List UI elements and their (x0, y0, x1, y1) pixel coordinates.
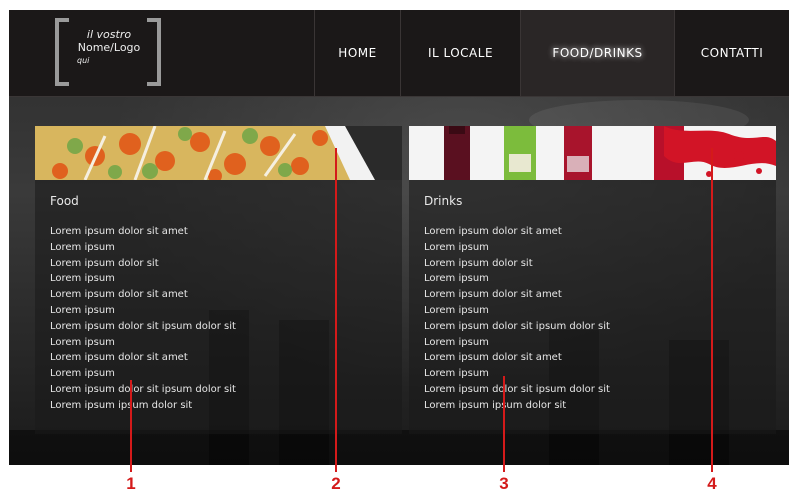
marker-line-3 (503, 376, 505, 472)
marker-number-2: 2 (331, 474, 341, 493)
wine-bottles-image (409, 126, 776, 180)
food-list-item: Lorem ipsum (50, 273, 115, 285)
website-mockup: il vostro Nome/Logo qui HOME IL LOCALE FOO… (9, 10, 789, 465)
food-list-item: Lorem ipsum dolor sit amet (50, 226, 188, 237)
drinks-list-item: Lorem ipsum (424, 368, 489, 380)
food-list-item: Lorem ipsum (50, 241, 115, 253)
food-list: Lorem ipsum dolor sit amet Lorem ipsum Lor… (50, 224, 236, 414)
food-list-item: Lorem ipsum ipsum dolor sit (50, 399, 193, 411)
food-list-item: Lorem ipsum dolor sit ipsum dolor sit (50, 320, 236, 332)
food-title: Food (50, 194, 79, 208)
logo-line-1: il vostro (86, 28, 132, 41)
logo-line-2: Nome/Logo (77, 41, 141, 54)
logo-line-3: qui (77, 56, 90, 65)
main-nav: HOME IL LOCALE FOOD/DRINKS CONTATTI (314, 10, 789, 96)
site-logo[interactable]: il vostro Nome/Logo qui (55, 18, 161, 86)
site-header: il vostro Nome/Logo qui HOME IL LOCALE FOO… (9, 10, 789, 97)
food-list-item: Lorem ipsum (50, 304, 115, 316)
food-list-item: Lorem ipsum dolor sit (50, 257, 159, 269)
marker-line-4 (711, 148, 713, 472)
drinks-list: Lorem ipsum dolor sit amet Lorem ipsum Lor… (424, 224, 610, 414)
drinks-column: Drinks Lorem ipsum dolor sit amet Lorem i… (409, 126, 776, 434)
drinks-list-item: Lorem ipsum dolor sit amet (424, 226, 562, 237)
drinks-list-item: Lorem ipsum dolor sit amet (424, 352, 562, 364)
nav-item-contatti[interactable]: CONTATTI (674, 10, 789, 96)
nav-item-home[interactable]: HOME (314, 10, 400, 96)
marker-number-1: 1 (126, 474, 136, 493)
nav-item-food-drinks[interactable]: FOOD/DRINKS (520, 10, 674, 96)
drinks-list-item: Lorem ipsum (424, 273, 489, 285)
drinks-list-item: Lorem ipsum (424, 241, 489, 253)
food-platter-image (35, 126, 402, 180)
food-list-item: Lorem ipsum dolor sit amet (50, 352, 188, 364)
food-list-item: Lorem ipsum (50, 336, 115, 348)
drinks-title: Drinks (424, 194, 463, 208)
drinks-list-item: Lorem ipsum (424, 336, 489, 348)
nav-item-il-locale[interactable]: IL LOCALE (400, 10, 520, 96)
food-banner-image (35, 126, 402, 180)
background-floor (9, 430, 789, 465)
logo-text: il vostro Nome/Logo qui (73, 28, 145, 67)
drinks-list-item: Lorem ipsum dolor sit ipsum dolor sit (424, 320, 610, 332)
food-list-item: Lorem ipsum dolor sit amet (50, 289, 188, 301)
marker-number-4: 4 (707, 474, 717, 493)
food-column: Food Lorem ipsum dolor sit amet Lorem ips… (35, 126, 402, 434)
drinks-list-item: Lorem ipsum dolor sit (424, 257, 533, 269)
food-list-item: Lorem ipsum dolor sit ipsum dolor sit (50, 383, 236, 395)
food-list-item: Lorem ipsum (50, 368, 115, 380)
marker-number-3: 3 (499, 474, 509, 493)
marker-line-2 (335, 148, 337, 472)
logo-bracket-left (55, 18, 69, 86)
drinks-list-item: Lorem ipsum (424, 304, 489, 316)
marker-line-1 (130, 380, 132, 472)
drinks-banner-image (409, 126, 776, 180)
drinks-list-item: Lorem ipsum ipsum dolor sit (424, 399, 567, 411)
drinks-list-item: Lorem ipsum dolor sit ipsum dolor sit (424, 383, 610, 395)
logo-bracket-right (147, 18, 161, 86)
drinks-list-item: Lorem ipsum dolor sit amet (424, 289, 562, 301)
